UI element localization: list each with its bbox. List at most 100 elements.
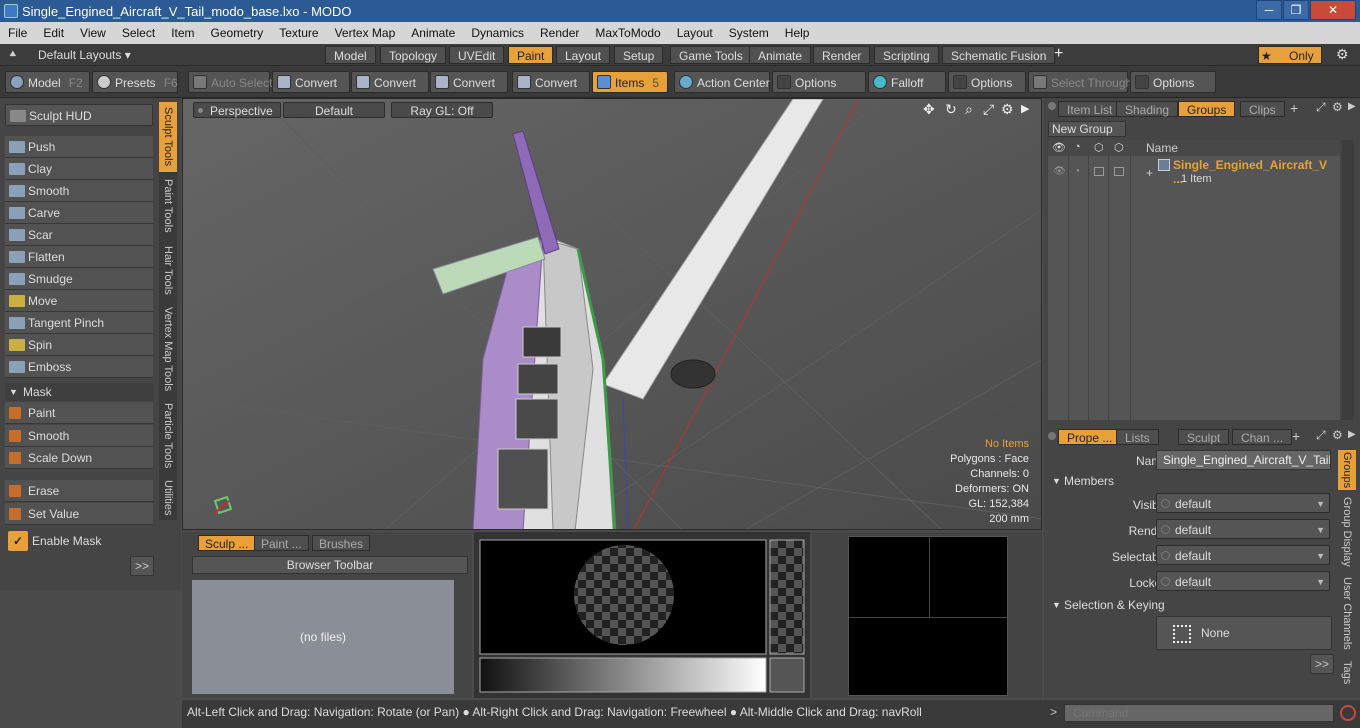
maximize-button[interactable]: ❐ bbox=[1283, 0, 1309, 20]
tool-carve[interactable]: Carve bbox=[5, 202, 153, 224]
tab-layout[interactable]: Layout bbox=[556, 46, 611, 64]
vtab-user-channels[interactable]: User Channels bbox=[1338, 574, 1356, 652]
falloff-options-button[interactable]: Options bbox=[948, 71, 1026, 93]
tab-clips[interactable]: Clips bbox=[1240, 101, 1285, 117]
tab-model[interactable]: Model bbox=[325, 46, 376, 64]
model-mode-button[interactable]: Model F2 bbox=[5, 71, 90, 93]
tool-tangent-pinch[interactable]: Tangent Pinch bbox=[5, 312, 153, 334]
close-button[interactable]: ✕ bbox=[1310, 0, 1356, 20]
tab-channels[interactable]: Chan ... bbox=[1232, 429, 1293, 445]
name-column-header[interactable]: Name bbox=[1146, 141, 1178, 155]
only-button[interactable]: ★ Only bbox=[1258, 46, 1322, 64]
menu-maxtomodo[interactable]: MaxToModo bbox=[587, 22, 668, 44]
selectable-dropdown[interactable]: default ▼ bbox=[1156, 545, 1330, 565]
action-center-options-button[interactable]: Options bbox=[772, 71, 866, 93]
vtab-hair-tools[interactable]: Hair Tools bbox=[159, 242, 177, 298]
tab-lists[interactable]: Lists bbox=[1116, 429, 1159, 445]
mask-scale-down[interactable]: Scale Down bbox=[5, 447, 153, 469]
tab-sculpt-presets[interactable]: Sculp ... bbox=[198, 535, 256, 551]
menu-select[interactable]: Select bbox=[114, 22, 163, 44]
tool-smudge[interactable]: Smudge bbox=[5, 268, 153, 290]
new-group-button[interactable]: New Group bbox=[1048, 121, 1126, 137]
props-menu-icon[interactable] bbox=[1048, 432, 1056, 440]
mask-paint[interactable]: Paint bbox=[5, 402, 153, 424]
tab-paint-presets[interactable]: Paint ... bbox=[254, 535, 309, 551]
vtab-group-display[interactable]: Group Display bbox=[1338, 496, 1356, 568]
tool-spin[interactable]: Spin bbox=[5, 334, 153, 356]
action-center-button[interactable]: Action Center bbox=[674, 71, 770, 93]
menu-render[interactable]: Render bbox=[532, 22, 587, 44]
tool-flatten[interactable]: Flatten bbox=[5, 246, 153, 268]
tab-render[interactable]: Render bbox=[813, 46, 871, 64]
menu-view[interactable]: View bbox=[72, 22, 114, 44]
group-name-field[interactable]: Single_Engined_Aircraft_V_Tail (2) bbox=[1156, 450, 1331, 470]
panel-gear-icon[interactable]: ⚙ bbox=[1332, 100, 1343, 114]
tab-item-list[interactable]: Item List bbox=[1058, 101, 1122, 117]
expand-plus-icon[interactable]: + bbox=[1146, 166, 1153, 180]
tab-game-tools[interactable]: Game Tools bbox=[670, 46, 752, 64]
3d-viewport[interactable]: Perspective Default Ray GL: Off ✥ ↻ ⌕ ⤢ … bbox=[182, 98, 1042, 530]
groups-scrollbar[interactable] bbox=[1342, 140, 1354, 420]
move-view-icon[interactable]: ✥ bbox=[923, 101, 935, 118]
default-layouts-dropdown[interactable]: Default Layouts ▾ bbox=[38, 48, 131, 62]
props-maximize-icon[interactable]: ⤢ bbox=[1316, 428, 1326, 443]
mask-set-value[interactable]: Set Value bbox=[5, 503, 153, 525]
select-through-button[interactable]: Select Through bbox=[1028, 71, 1132, 93]
props-expand-more-button[interactable]: >> bbox=[1310, 654, 1334, 674]
members-section-header[interactable]: ▼ Members bbox=[1048, 472, 1334, 490]
gear-icon[interactable]: ⚙ bbox=[1336, 46, 1349, 63]
file-browser-area[interactable]: (no files) bbox=[192, 580, 454, 694]
mask-erase[interactable]: Erase bbox=[5, 480, 153, 502]
props-gear-icon[interactable]: ⚙ bbox=[1332, 428, 1343, 442]
menu-texture[interactable]: Texture bbox=[271, 22, 326, 44]
add-tab-icon[interactable]: + bbox=[1290, 100, 1298, 116]
command-input[interactable] bbox=[1064, 704, 1334, 722]
selection-keying-section-header[interactable]: ▼ Selection & Keying bbox=[1048, 596, 1334, 614]
tab-uvedit[interactable]: UVEdit bbox=[449, 46, 505, 64]
eye-icon[interactable]: 👁 bbox=[1052, 141, 1066, 154]
uv-preview-canvas[interactable] bbox=[848, 536, 1009, 696]
tab-shading[interactable]: Shading bbox=[1116, 101, 1179, 117]
panel-more-icon[interactable]: ▶ bbox=[1348, 101, 1356, 112]
menu-item[interactable]: Item bbox=[163, 22, 202, 44]
vtab-paint-tools[interactable]: Paint Tools bbox=[159, 176, 177, 236]
expand-more-button[interactable]: >> bbox=[130, 556, 154, 576]
enable-mask-checkbox[interactable]: ✓ Enable Mask bbox=[5, 530, 153, 552]
tab-sculpt[interactable]: Sculpt bbox=[1178, 429, 1230, 445]
perspective-view-dropdown[interactable]: Perspective bbox=[193, 102, 281, 118]
vtab-groups[interactable]: Groups bbox=[1338, 450, 1356, 490]
vtab-utilities[interactable]: Utilities bbox=[159, 478, 177, 518]
menu-dynamics[interactable]: Dynamics bbox=[463, 22, 532, 44]
mask-section-header[interactable]: ▼ Mask bbox=[5, 383, 153, 401]
maximize-view-icon[interactable]: ⤢ bbox=[983, 101, 994, 118]
menu-edit[interactable]: Edit bbox=[35, 22, 72, 44]
menu-layout[interactable]: Layout bbox=[669, 22, 721, 44]
viewport-more-icon[interactable]: ▶ bbox=[1021, 102, 1029, 115]
row-selectable-icon[interactable] bbox=[1094, 167, 1104, 176]
tab-schematic-fusion[interactable]: Schematic Fusion bbox=[942, 46, 1056, 64]
tool-emboss[interactable]: Emboss bbox=[5, 356, 153, 378]
render-dropdown[interactable]: default ▼ bbox=[1156, 519, 1330, 539]
row-eye-icon[interactable]: 👁 bbox=[1053, 166, 1066, 177]
zoom-view-icon[interactable]: ⌕ bbox=[965, 101, 973, 118]
layout-expand-icon[interactable]: ⯅ bbox=[8, 47, 18, 62]
tool-push[interactable]: Push bbox=[5, 136, 153, 158]
tab-animate[interactable]: Animate bbox=[749, 46, 812, 64]
tab-paint[interactable]: Paint bbox=[508, 46, 554, 64]
falloff-button[interactable]: Falloff bbox=[868, 71, 946, 93]
row-lock-icon[interactable] bbox=[1114, 167, 1124, 176]
render-icon[interactable]: ◔ bbox=[1074, 141, 1081, 153]
selection-keying-none-button[interactable]: None bbox=[1156, 616, 1332, 650]
tab-topology[interactable]: Topology bbox=[380, 46, 447, 64]
tab-groups[interactable]: Groups bbox=[1178, 101, 1236, 117]
menu-vertex-map[interactable]: Vertex Map bbox=[327, 22, 404, 44]
convert-vertices-button[interactable]: Convert bbox=[272, 71, 350, 93]
locked-dropdown[interactable]: default ▼ bbox=[1156, 571, 1330, 591]
tool-move[interactable]: Move bbox=[5, 290, 153, 312]
mask-smooth[interactable]: Smooth bbox=[5, 425, 153, 447]
select-options-button[interactable]: Options bbox=[1130, 71, 1216, 93]
convert-materials-button[interactable]: Convert bbox=[512, 71, 590, 93]
group-row[interactable]: 👁 ◔ + Single_Engined_Aircraft_V ... 1 It… bbox=[1048, 158, 1340, 188]
row-render-icon[interactable]: ◔ bbox=[1074, 166, 1080, 177]
viewport-gear-icon[interactable]: ⚙ bbox=[1001, 101, 1014, 118]
